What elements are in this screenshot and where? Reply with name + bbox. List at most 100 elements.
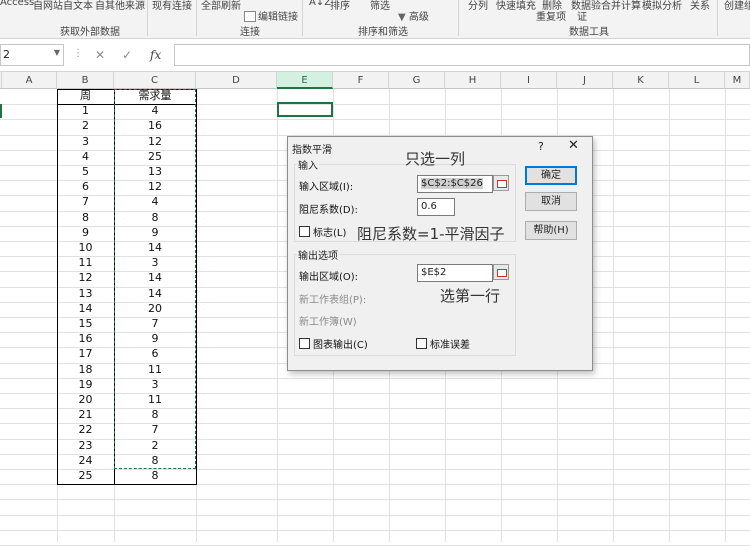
chart-output-checkbox[interactable]	[299, 338, 310, 349]
col-header-a[interactable]: A	[2, 72, 57, 89]
week-cell[interactable]: 20	[57, 393, 114, 407]
week-cell[interactable]: 2	[57, 119, 114, 133]
ribbon-flash-fill-button[interactable]: 快速填充	[496, 0, 536, 12]
close-icon[interactable]: ✕	[568, 138, 579, 153]
labels-checkbox[interactable]	[299, 226, 310, 237]
ok-button[interactable]: 确定	[525, 166, 577, 185]
col-header-g[interactable]: G	[389, 72, 445, 89]
output-range-collapse-button[interactable]	[493, 264, 509, 280]
week-cell[interactable]: 1	[57, 104, 114, 118]
ribbon-refresh-all-button[interactable]: 全部刷新	[201, 0, 241, 12]
demand-cell[interactable]: 4	[114, 195, 196, 209]
week-cell[interactable]: 18	[57, 363, 114, 377]
week-cell[interactable]: 24	[57, 454, 114, 468]
demand-cell[interactable]: 3	[114, 256, 196, 270]
week-cell[interactable]: 10	[57, 241, 114, 255]
week-cell[interactable]: 15	[57, 317, 114, 331]
ribbon-group-button[interactable]: 创建组	[724, 0, 750, 12]
ribbon-filter-button[interactable]: 筛选	[370, 0, 390, 12]
demand-cell[interactable]: 7	[114, 317, 196, 331]
demand-cell[interactable]: 9	[114, 332, 196, 346]
week-cell[interactable]: 23	[57, 439, 114, 453]
col-header-j[interactable]: J	[557, 72, 613, 89]
col-header-e[interactable]: E	[277, 72, 333, 89]
active-cell-e2[interactable]	[277, 102, 333, 117]
week-cell[interactable]: 13	[57, 287, 114, 301]
demand-cell[interactable]: 14	[114, 287, 196, 301]
week-cell[interactable]: 11	[57, 256, 114, 270]
week-cell[interactable]: 7	[57, 195, 114, 209]
week-cell[interactable]: 16	[57, 332, 114, 346]
name-box[interactable]: 2 ▼	[0, 44, 64, 66]
fx-icon[interactable]: fx	[150, 48, 161, 62]
demand-cell[interactable]: 6	[114, 347, 196, 361]
col-header-k[interactable]: K	[613, 72, 669, 89]
ribbon-sort-button[interactable]: 排序	[330, 0, 350, 12]
week-cell[interactable]: 12	[57, 271, 114, 285]
demand-cell[interactable]: 20	[114, 302, 196, 316]
header-week[interactable]: 周	[57, 89, 114, 103]
demand-cell[interactable]: 12	[114, 135, 196, 149]
formula-input[interactable]	[174, 44, 750, 66]
demand-cell[interactable]: 3	[114, 378, 196, 392]
demand-cell[interactable]: 8	[114, 211, 196, 225]
demand-cell[interactable]: 16	[114, 119, 196, 133]
sort-az-icon[interactable]: A↓Z	[309, 0, 331, 8]
week-cell[interactable]: 9	[57, 226, 114, 240]
damping-field[interactable]: 0.6	[417, 198, 455, 216]
ribbon-consolidate-button[interactable]: 合并计算	[601, 0, 641, 12]
enter-icon[interactable]: ✓	[122, 48, 132, 62]
demand-cell[interactable]: 8	[114, 408, 196, 422]
col-header-d[interactable]: D	[196, 72, 277, 89]
week-cell[interactable]: 25	[57, 469, 114, 483]
col-header-c[interactable]: C	[114, 72, 196, 89]
ribbon-advanced-button[interactable]: ▼ 高级	[398, 8, 429, 23]
demand-cell[interactable]: 2	[114, 439, 196, 453]
week-cell[interactable]: 4	[57, 150, 114, 164]
week-cell[interactable]: 5	[57, 165, 114, 179]
demand-cell[interactable]: 9	[114, 226, 196, 240]
demand-cell[interactable]: 8	[114, 454, 196, 468]
cancel-icon[interactable]: ✕	[95, 48, 105, 62]
ribbon-from-text-button[interactable]: 自文本	[63, 0, 93, 12]
week-cell[interactable]: 19	[57, 378, 114, 392]
demand-cell[interactable]: 13	[114, 165, 196, 179]
col-header-m[interactable]: M	[725, 72, 750, 89]
week-cell[interactable]: 17	[57, 347, 114, 361]
week-cell[interactable]: 8	[57, 211, 114, 225]
demand-cell[interactable]: 12	[114, 180, 196, 194]
cancel-button[interactable]: 取消	[525, 192, 577, 211]
input-range-collapse-button[interactable]	[493, 175, 509, 191]
week-cell[interactable]: 22	[57, 423, 114, 437]
ribbon-access-button[interactable]: Access	[0, 0, 34, 8]
ribbon-relationships-button[interactable]: 关系	[690, 0, 710, 12]
ribbon-other-sources-button[interactable]: 自其他来源	[95, 0, 145, 12]
demand-cell[interactable]: 14	[114, 241, 196, 255]
input-range-field[interactable]: $C$2:$C$26	[417, 175, 493, 193]
demand-cell[interactable]: 14	[114, 271, 196, 285]
help-icon[interactable]: ?	[538, 140, 544, 153]
ribbon-from-web-button[interactable]: 自网站	[33, 0, 63, 12]
ribbon-edit-links-button[interactable]: 编辑链接	[244, 8, 298, 23]
ribbon-text-to-columns-button[interactable]: 分列	[468, 0, 488, 12]
demand-cell[interactable]: 4	[114, 104, 196, 118]
chevron-down-icon[interactable]: ▼	[54, 48, 60, 57]
std-error-checkbox[interactable]	[416, 338, 427, 349]
week-cell[interactable]: 3	[57, 135, 114, 149]
col-header-b[interactable]: B	[57, 72, 114, 89]
week-cell[interactable]: 14	[57, 302, 114, 316]
demand-cell[interactable]: 7	[114, 423, 196, 437]
demand-cell[interactable]: 8	[114, 469, 196, 483]
col-header-f[interactable]: F	[333, 72, 389, 89]
help-button[interactable]: 帮助(H)	[525, 221, 577, 240]
ribbon-existing-connections-button[interactable]: 现有连接	[152, 0, 192, 12]
new-workbook-label[interactable]: 新工作簿(W)	[299, 313, 357, 328]
ribbon-what-if-button[interactable]: 模拟分析	[642, 0, 682, 12]
demand-cell[interactable]: 11	[114, 363, 196, 377]
col-header-i[interactable]: I	[501, 72, 557, 89]
col-header-l[interactable]: L	[669, 72, 725, 89]
header-demand[interactable]: 需求量	[114, 89, 196, 103]
demand-cell[interactable]: 11	[114, 393, 196, 407]
demand-cell[interactable]: 25	[114, 150, 196, 164]
week-cell[interactable]: 21	[57, 408, 114, 422]
